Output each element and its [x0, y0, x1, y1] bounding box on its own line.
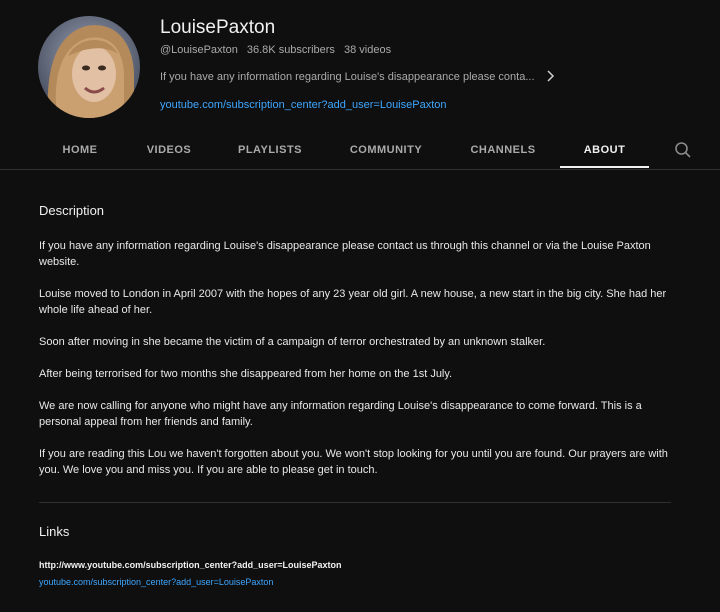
- channel-avatar[interactable]: [38, 16, 140, 118]
- description-paragraph: We are now calling for anyone who might …: [39, 400, 642, 428]
- link-url[interactable]: youtube.com/subscription_center?add_user…: [39, 577, 273, 587]
- links-heading: Links: [39, 524, 70, 539]
- about-snippet[interactable]: If you have any information regarding Lo…: [160, 69, 555, 85]
- channel-header-link[interactable]: youtube.com/subscription_center?add_user…: [160, 99, 447, 111]
- channel-header: LouisePaxton @LouisePaxton 36.8K subscri…: [0, 0, 720, 170]
- description-paragraph: After being terrorised for two months sh…: [39, 368, 453, 380]
- description-heading: Description: [39, 203, 105, 218]
- active-tab-indicator: [560, 166, 649, 168]
- search-icon[interactable]: [674, 141, 692, 159]
- description-paragraph: If you are reading this Lou we haven't f…: [39, 448, 668, 476]
- tab-about[interactable]: ABOUT: [560, 133, 649, 169]
- channel-meta: @LouisePaxton 36.8K subscribers 38 video…: [160, 44, 397, 56]
- subscriber-count: 36.8K subscribers: [246, 44, 335, 56]
- tab-channels[interactable]: CHANNELS: [458, 133, 548, 169]
- about-snippet-text: If you have any information regarding Lo…: [160, 71, 535, 83]
- section-divider: [39, 502, 671, 503]
- description-paragraph: If you have any information regarding Lo…: [39, 240, 651, 268]
- channel-name: LouisePaxton: [160, 17, 276, 38]
- channel-tabs: HOME VIDEOS PLAYLISTS COMMUNITY CHANNELS…: [0, 133, 720, 170]
- description-paragraph: Soon after moving in she became the vict…: [39, 336, 546, 348]
- tab-playlists[interactable]: PLAYLISTS: [226, 133, 314, 169]
- link-title[interactable]: http://www.youtube.com/subscription_cent…: [39, 560, 341, 570]
- tab-home[interactable]: HOME: [44, 133, 116, 169]
- description-paragraph: Louise moved to London in April 2007 wit…: [39, 288, 667, 316]
- tab-community[interactable]: COMMUNITY: [336, 133, 436, 169]
- video-count: 38 videos: [344, 44, 392, 56]
- channel-handle: @LouisePaxton: [160, 44, 238, 56]
- tab-videos[interactable]: VIDEOS: [130, 133, 208, 169]
- chevron-right-icon: [545, 69, 555, 85]
